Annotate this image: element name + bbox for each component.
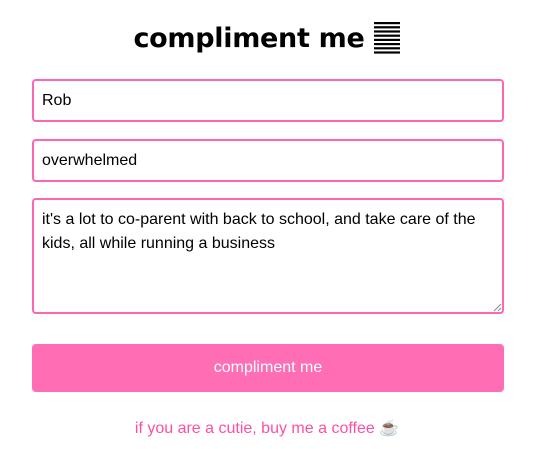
- compliment-me-button[interactable]: compliment me: [32, 344, 504, 392]
- page-title: compliment me: [133, 22, 365, 54]
- resize-handle-icon[interactable]: [492, 302, 502, 312]
- details-textarea[interactable]: it's a lot to co-parent with back to sch…: [32, 198, 504, 314]
- buy-coffee-link[interactable]: if you are a cutie, buy me a coffee ☕: [0, 418, 534, 438]
- stacked-lines-icon: [373, 22, 400, 54]
- name-input[interactable]: [32, 79, 504, 122]
- feeling-input[interactable]: [32, 139, 504, 182]
- header: compliment me: [0, 16, 534, 60]
- coffee-link-text: if you are a cutie, buy me a coffee: [134, 420, 375, 437]
- coffee-icon: ☕: [379, 420, 400, 437]
- page: compliment me it's a lot to co-parent wi…: [0, 0, 534, 449]
